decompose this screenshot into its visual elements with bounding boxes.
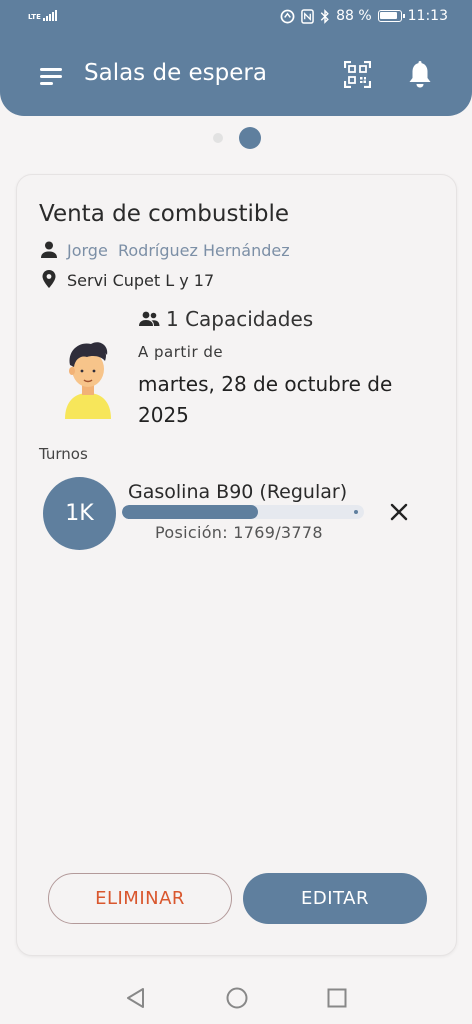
menu-icon — [40, 68, 62, 71]
network-indicator: LTE — [28, 9, 57, 21]
bluetooth-icon — [320, 8, 329, 24]
clock: 11:13 — [407, 8, 448, 24]
page-title: Salas de espera — [84, 60, 267, 86]
nfc-icon — [301, 8, 314, 24]
bell-icon — [409, 61, 431, 88]
back-triangle-icon[interactable] — [124, 986, 148, 1010]
page-indicator — [0, 126, 472, 150]
menu-button[interactable] — [40, 66, 64, 86]
system-nav-bar — [0, 972, 472, 1024]
room-title: Venta de combustible — [39, 201, 289, 227]
delete-button[interactable]: ELIMINAR — [48, 873, 232, 924]
recents-square-icon[interactable] — [325, 986, 349, 1010]
status-icons: 88 % 11:13 — [280, 8, 448, 24]
queue-progress-bar — [122, 505, 364, 519]
remove-turn-close-icon[interactable] — [389, 502, 409, 522]
page-dot-1[interactable] — [213, 133, 223, 143]
start-label: A partir de — [138, 343, 224, 361]
edit-button[interactable]: EDITAR — [243, 873, 427, 924]
home-circle-icon[interactable] — [225, 986, 249, 1010]
battery-percent: 88 % — [336, 8, 372, 24]
waiting-room-card: Venta de combustible Jorge Rodríguez Her… — [16, 174, 457, 956]
turn-badge: 1K — [43, 477, 116, 550]
progress-end-dot — [354, 510, 358, 514]
app-bar: LTE 88 % 11:13 Salas de espera — [0, 0, 472, 116]
network-type: LTE — [28, 13, 41, 21]
qr-code-scan-icon — [343, 60, 372, 89]
queue-position: Posición: 1769/3778 — [155, 523, 323, 542]
queue-progress-fill — [122, 505, 258, 519]
avatar — [65, 342, 111, 419]
location-pin-icon — [42, 270, 56, 288]
signal-icon — [42, 9, 57, 21]
person-icon — [41, 241, 57, 258]
status-bar: LTE 88 % 11:13 — [0, 0, 472, 34]
page-dot-2-active[interactable] — [239, 127, 261, 149]
capacity-row: 1 Capacidades — [138, 307, 313, 331]
qr-scan-button[interactable] — [343, 60, 372, 89]
capacity-count: 1 Capacidades — [166, 307, 314, 331]
start-date: martes, 28 de octubre de 2025 — [138, 372, 393, 427]
turns-heading: Turnos — [39, 445, 88, 463]
battery-icon — [377, 10, 405, 22]
room-location: Servi Cupet L y 17 — [67, 271, 215, 290]
notifications-button[interactable] — [406, 60, 434, 90]
data-saver-icon — [280, 9, 295, 23]
turn-name: Gasolina B90 (Regular) — [128, 481, 348, 503]
room-owner: Jorge Rodríguez Hernández — [67, 241, 290, 260]
group-icon — [139, 311, 160, 326]
